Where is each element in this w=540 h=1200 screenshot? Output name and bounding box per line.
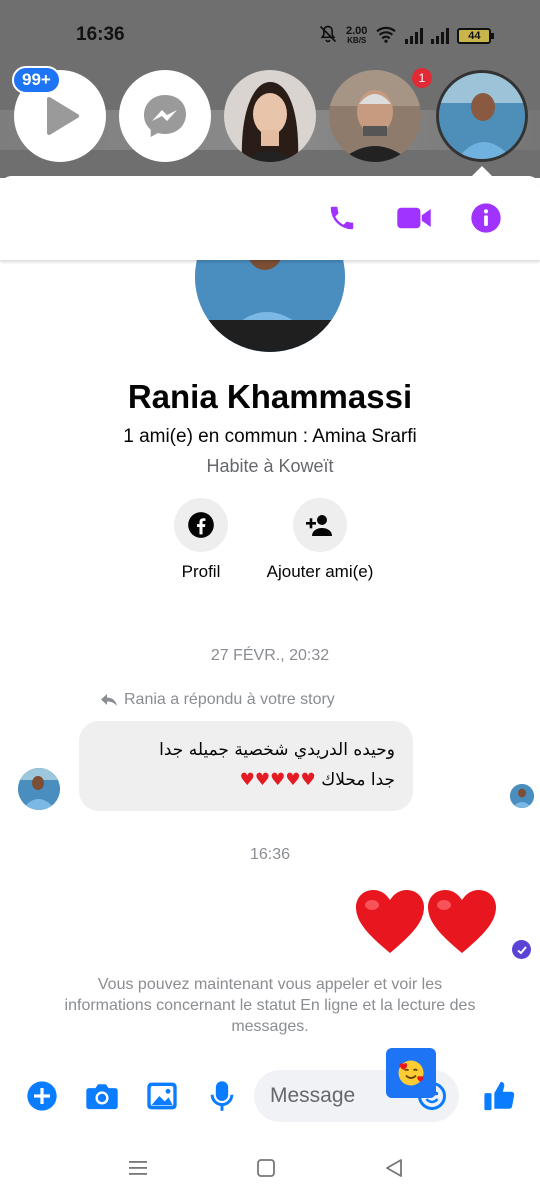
- signal-icon: [405, 27, 424, 44]
- wifi-icon: [375, 25, 397, 46]
- chat-head-active[interactable]: [436, 70, 528, 162]
- plus-icon: [27, 1081, 57, 1111]
- chat-header: [0, 176, 540, 260]
- messenger-icon: [144, 95, 186, 137]
- avatar-man: [329, 70, 421, 162]
- gallery-icon: [147, 1082, 177, 1110]
- status-time: 16:36: [76, 24, 125, 45]
- battery-level: 44: [468, 29, 481, 42]
- net-speed-unit: KB/S: [347, 35, 367, 45]
- received-message-text: جدا محلاك: [321, 770, 395, 790]
- story-badge: 1: [412, 68, 432, 88]
- chat-head-contact-1[interactable]: [224, 70, 316, 162]
- video-call-icon: [397, 207, 431, 229]
- info-button[interactable]: [468, 200, 504, 236]
- sender-avatar[interactable]: [18, 768, 60, 810]
- profile-name: Rania Khammassi: [127, 378, 413, 415]
- home-square-icon: [257, 1159, 275, 1177]
- network-speed: 2.00 KB/S: [346, 24, 368, 46]
- call-button[interactable]: [324, 200, 360, 236]
- story-reply-text: Rania a répondu à votre story: [124, 691, 335, 708]
- back-button[interactable]: [380, 1154, 408, 1182]
- signal-icon-2: [431, 27, 450, 44]
- chat-head-contact-2[interactable]: [329, 70, 421, 162]
- camera-button[interactable]: [84, 1078, 120, 1114]
- like-icon: [484, 1081, 515, 1111]
- recent-apps-button[interactable]: [124, 1154, 152, 1182]
- menu-icon: [129, 1161, 147, 1175]
- read-receipt-picture: [510, 784, 534, 808]
- heart-emoji-icon: [356, 890, 424, 953]
- home-button[interactable]: [252, 1154, 280, 1182]
- profile-action-label: Profil: [181, 562, 221, 581]
- heart-emoji-icon: [428, 890, 496, 953]
- sender-avatar-picture: [18, 768, 60, 810]
- chat-panel: Rania Khammassi 1 ami(e) en commun : Ami…: [0, 176, 540, 1134]
- avatar-woman: [224, 70, 316, 162]
- received-message-line1: وحيده الدريدي شخصية جميله جدا: [159, 740, 395, 760]
- mutual-friends: 1 ami(e) en commun : Amina Srarfi: [123, 426, 417, 447]
- sent-message[interactable]: [354, 888, 498, 956]
- story-reply-note: Rania a répondu à votre story: [100, 691, 335, 709]
- location: Habite à Koweït: [206, 456, 334, 476]
- message-composer: [0, 1058, 540, 1134]
- like-button[interactable]: [482, 1078, 518, 1114]
- status-notice: Vous pouvez maintenant vous appeler et v…: [64, 976, 476, 1035]
- profile-action-circle[interactable]: [174, 498, 228, 552]
- info-icon: [471, 203, 501, 233]
- add-friend-action-circle[interactable]: [293, 498, 347, 552]
- voice-button[interactable]: [204, 1078, 240, 1114]
- status-icons: 2.00 KB/S 44: [318, 24, 495, 47]
- facebook-icon: [188, 512, 214, 538]
- net-speed-value: 2.00: [346, 24, 368, 37]
- mute-icon: [318, 24, 338, 47]
- profile-action[interactable]: Profil: [174, 498, 228, 582]
- reply-icon: [101, 694, 117, 706]
- smiling-hearts-emoji-icon: [398, 1060, 424, 1086]
- active-pointer: [470, 166, 494, 178]
- back-triangle-icon: [386, 1159, 402, 1177]
- add-friend-icon: [306, 515, 332, 536]
- delivered-check-icon: [512, 940, 531, 959]
- received-message[interactable]: وحيده الدريدي شخصية جميله جدا جدا محلاك …: [79, 721, 413, 811]
- camera-icon: [86, 1084, 118, 1110]
- emoji-suggestion-popup[interactable]: [386, 1048, 436, 1098]
- gallery-button[interactable]: [144, 1078, 180, 1114]
- more-actions-button[interactable]: [24, 1078, 60, 1114]
- received-hearts: ♥♥♥♥♥: [239, 770, 316, 790]
- play-icon: [47, 97, 79, 135]
- conversation-date: 27 FÉVR., 20:32: [210, 647, 330, 664]
- phone-icon: [330, 206, 354, 230]
- add-friend-action[interactable]: Ajouter ami(e): [267, 498, 373, 582]
- unread-badge: 99+: [12, 66, 61, 94]
- read-receipt-avatar: [510, 784, 534, 808]
- video-call-button[interactable]: [396, 200, 432, 236]
- microphone-icon: [210, 1081, 234, 1111]
- chat-head-messenger[interactable]: [119, 70, 211, 162]
- add-friend-action-label: Ajouter ami(e): [266, 562, 374, 581]
- battery-icon: 44: [457, 27, 495, 44]
- message-time: 16:36: [249, 846, 291, 863]
- status-bar: 16:36 2.00 KB/S 44: [0, 0, 540, 70]
- received-message-line2: جدا محلاك ♥♥♥♥♥: [97, 765, 395, 795]
- system-navigation-bar: [0, 1134, 540, 1200]
